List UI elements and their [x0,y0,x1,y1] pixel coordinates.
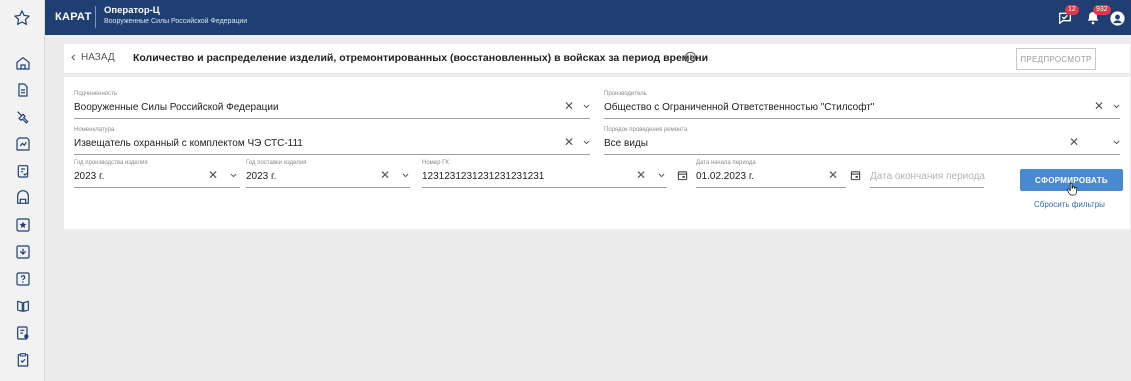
delivery-year-field[interactable]: Год поставки изделия 2023 г. ✕ [246,160,410,188]
close-icon[interactable]: ✕ [1094,100,1104,112]
back-label: НАЗАД [81,52,115,63]
brand-logo-text[interactable]: КАРАТ [55,11,92,23]
hand-cursor-icon [1067,182,1078,196]
award-icon[interactable] [13,215,32,234]
brand-separator [95,6,96,28]
chevron-down-icon[interactable] [229,171,238,180]
notifications-button[interactable]: 932 [1083,5,1111,28]
chevron-down-icon[interactable] [582,102,591,111]
book-icon[interactable] [13,296,32,315]
production-year-value: 2023 г. [74,171,105,182]
manufacturer-value: Общество с Ограниченной Ответственностью… [604,102,875,113]
close-icon[interactable]: ✕ [208,169,218,181]
subordination-label: Подчиненность [74,91,117,97]
chevron-down-icon[interactable] [401,171,410,180]
contract-number-label: Номер ГК [422,160,449,166]
repair-order-value: Все виды [604,138,648,149]
period-start-value: 01.02.2023 г. [696,171,755,182]
download-icon[interactable] [13,242,32,261]
operator-subtitle: Вооруженные Силы Российской Федерации [104,18,248,25]
nomenclature-label: Номенклатура [74,127,115,133]
top-bar: КАРАТ Оператор-Ц Вооруженные Силы Россий… [0,0,1131,35]
nomenclature-value: Извещатель охранный с комплектом ЧЭ СТС-… [74,138,303,149]
subordination-value: Вооруженные Силы Российской Федерации [74,102,279,113]
chevron-down-icon[interactable] [1112,138,1121,147]
wrench-icon[interactable] [13,107,32,126]
file-settings-icon[interactable] [13,323,32,342]
close-icon[interactable]: ✕ [828,169,838,181]
favorites-star-icon[interactable] [0,0,45,35]
repair-order-label: Порядок проведения ремонта [604,127,688,133]
nomenclature-field[interactable]: Номенклатура Извещатель охранный с компл… [74,127,590,155]
close-icon[interactable]: ✕ [1069,136,1079,148]
manufacturer-label: Производитель [604,91,647,97]
chevron-down-icon[interactable] [657,171,666,180]
user-account-button[interactable] [1107,8,1127,28]
production-year-field[interactable]: Год производства изделия 2023 г. ✕ [74,160,240,188]
messages-button[interactable]: 12 [1055,5,1079,28]
delivery-year-label: Год поставки изделия [246,160,307,166]
messages-badge: 12 [1065,5,1079,15]
close-icon[interactable]: ✕ [636,169,646,181]
stack-icon[interactable] [13,188,32,207]
period-start-label: Дата начала периода [696,160,756,166]
filter-panel: Подчиненность Вооруженные Силы Российско… [64,77,1130,229]
clipboard-icon[interactable] [13,161,32,180]
user-icon [1109,10,1125,26]
back-button[interactable]: НАЗАД [69,52,115,63]
close-icon[interactable]: ✕ [380,169,390,181]
checklist-icon[interactable] [13,350,32,369]
info-icon[interactable] [684,51,697,69]
operator-title: Оператор-Ц [104,5,160,16]
sidebar [0,35,45,381]
chevron-down-icon[interactable] [1112,102,1121,111]
preview-button[interactable]: ПРЕДПРОСМОТР [1016,48,1096,70]
production-year-label: Год производства изделия [74,160,148,166]
contract-number-value: 1231231231231231231231 [422,171,545,182]
chevron-down-icon[interactable] [582,138,591,147]
repair-order-field[interactable]: Порядок проведения ремонта Все виды ✕ [604,127,1120,155]
close-icon[interactable]: ✕ [564,100,574,112]
chevron-left-icon [71,54,75,61]
home-icon[interactable] [13,53,32,72]
calendar-icon[interactable] [850,170,861,181]
chart-icon[interactable] [13,134,32,153]
manufacturer-field[interactable]: Производитель Общество с Ограниченной От… [604,91,1120,119]
period-start-field[interactable]: Дата начала периода 01.02.2023 г. ✕ [696,160,846,188]
help-icon[interactable] [13,269,32,288]
subordination-field[interactable]: Подчиненность Вооруженные Силы Российско… [74,91,590,119]
period-end-field[interactable]: Дата окончания периода [870,160,985,188]
close-icon[interactable]: ✕ [564,136,574,148]
document-icon[interactable] [13,80,32,99]
page-title: Количество и распределение изделий, отре… [133,52,709,64]
calendar-icon[interactable] [677,170,688,181]
page-header: НАЗАД Количество и распределение изделий… [64,44,1130,74]
contract-number-field[interactable]: Номер ГК 1231231231231231231231 ✕ [422,160,667,188]
delivery-year-value: 2023 г. [246,171,277,182]
period-end-placeholder: Дата окончания периода [870,171,985,182]
reset-filters-link[interactable]: Сбросить фильтры [1034,200,1105,209]
